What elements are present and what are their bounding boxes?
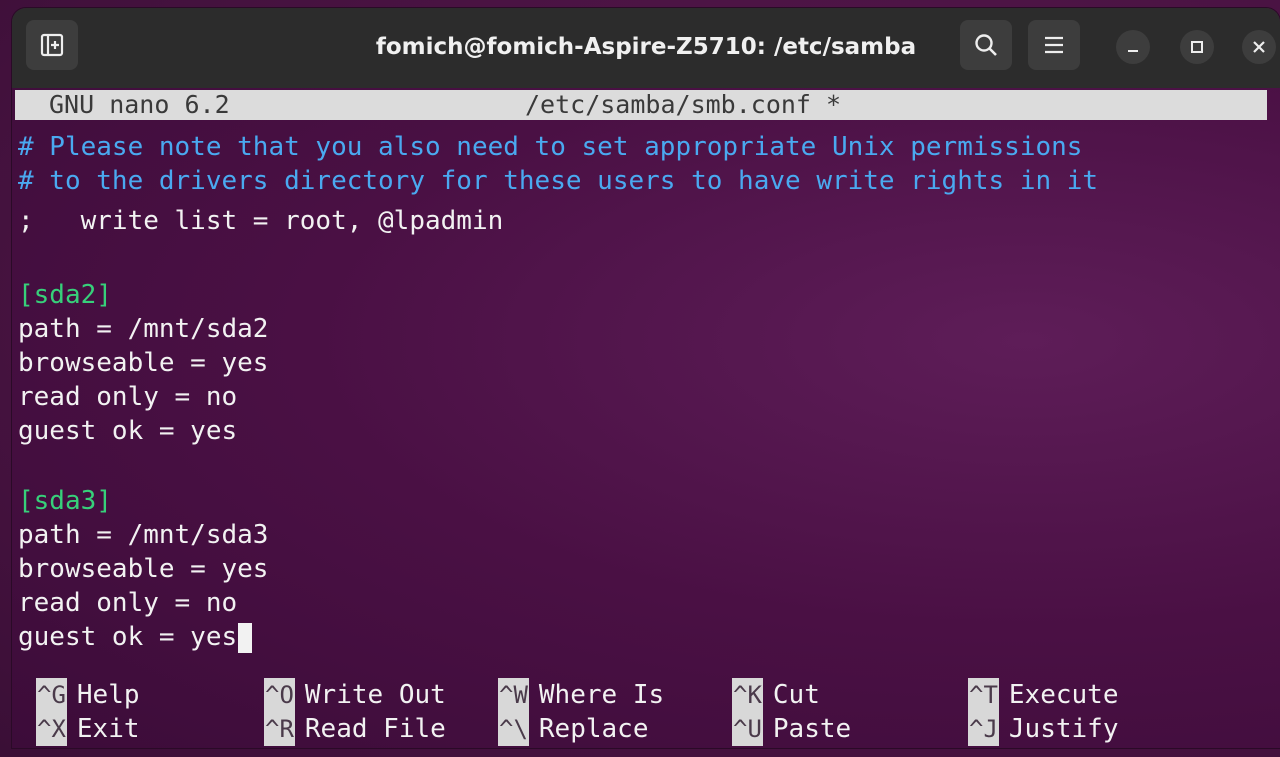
nano-header-bar: GNU nano 6.2 /etc/samba/smb.conf *	[15, 90, 1267, 120]
editor-line: # Please note that you also need to set …	[18, 132, 1083, 162]
shortcut-execute[interactable]: ^T Execute	[968, 678, 1118, 712]
editor-line: # to the drivers directory for these use…	[18, 166, 1099, 196]
titlebar: fomich@fomich-Aspire-Z5710: /etc/samba	[12, 8, 1280, 88]
shortcut-help[interactable]: ^G Help	[36, 678, 140, 712]
maximize-button[interactable]	[1180, 30, 1214, 64]
menu-button[interactable]	[1028, 20, 1080, 70]
shortcut-cut[interactable]: ^K Cut	[732, 678, 820, 712]
window-title: fomich@fomich-Aspire-Z5710: /etc/samba	[375, 34, 917, 60]
shortcut-paste[interactable]: ^U Paste	[732, 712, 851, 746]
hamburger-menu-icon	[1045, 36, 1063, 54]
section-header: [sda2]	[18, 280, 112, 310]
editor-line: ; write list = root, @lpadmin	[18, 206, 504, 236]
editor-line: read only = no	[18, 382, 238, 412]
minimize-icon	[1128, 50, 1138, 52]
shortcut-where-is[interactable]: ^W Where Is	[498, 678, 664, 712]
shortcut-read-file[interactable]: ^R Read File	[264, 712, 446, 746]
maximize-icon	[1191, 41, 1203, 53]
editor-line-text: guest ok = yes	[18, 622, 238, 652]
editor-line: path = /mnt/sda3	[18, 520, 269, 550]
nano-version: GNU nano 6.2	[49, 90, 230, 119]
terminal-window: fomich@fomich-Aspire-Z5710: /etc/samba G…	[12, 8, 1280, 748]
close-icon	[1253, 41, 1265, 53]
editor-line: browseable = yes	[18, 554, 269, 584]
editor-line: read only = no	[18, 588, 238, 618]
editor-line: path = /mnt/sda2	[18, 314, 269, 344]
minimize-button[interactable]	[1116, 30, 1150, 64]
shortcut-exit[interactable]: ^X Exit	[36, 712, 140, 746]
search-icon	[975, 34, 997, 56]
editor-line: guest ok = yes	[18, 416, 238, 446]
shortcut-write-out[interactable]: ^O Write Out	[264, 678, 446, 712]
text-cursor	[238, 622, 253, 653]
close-button[interactable]	[1242, 30, 1276, 64]
section-header: [sda3]	[18, 486, 112, 516]
editor-line-current: guest ok = yes	[18, 620, 253, 654]
shortcut-justify[interactable]: ^J Justify	[968, 712, 1118, 746]
shortcut-replace[interactable]: ^\ Replace	[498, 712, 648, 746]
nano-filename: /etc/samba/smb.conf *	[525, 90, 842, 119]
editor-line: browseable = yes	[18, 348, 269, 378]
search-button[interactable]	[960, 20, 1012, 70]
